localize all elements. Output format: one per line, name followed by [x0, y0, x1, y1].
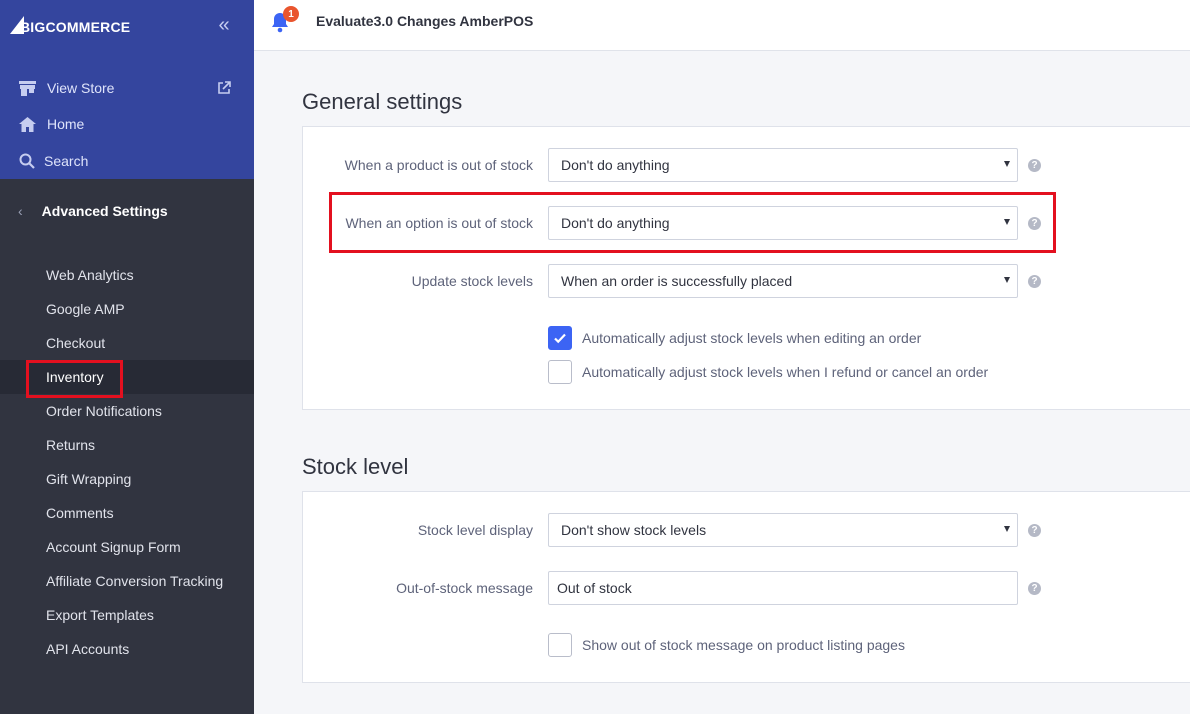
stock-level-title: Stock level — [302, 454, 409, 479]
sidebar-item-label: View Store — [47, 80, 115, 96]
help-icon[interactable]: ? — [1028, 275, 1041, 288]
sidebar-item-label: Home — [47, 116, 85, 132]
inventory-highlight-box — [26, 360, 123, 398]
caret-down-icon — [1004, 277, 1010, 283]
adjust-refund-checkbox[interactable] — [548, 360, 572, 384]
adjust-refund-label: Automatically adjust stock levels when I… — [582, 364, 989, 380]
store-icon — [18, 79, 36, 97]
logo-big: BIG — [20, 19, 46, 35]
store-name: Evaluate3.0 Changes AmberPOS — [316, 13, 534, 29]
stock-display-select[interactable]: Don't show stock levels — [548, 513, 1018, 547]
checkmark-icon — [554, 333, 566, 344]
section-title: Advanced Settings — [41, 203, 168, 219]
sidebar-item-google-amp[interactable]: Google AMP — [0, 292, 254, 326]
help-icon[interactable]: ? — [1028, 159, 1041, 172]
logo-rest: COMMERCE — [45, 19, 131, 35]
notification-badge: 1 — [283, 6, 299, 22]
sidebar-item-gift-wrapping[interactable]: Gift Wrapping — [0, 462, 254, 496]
oos-message-input[interactable]: Out of stock — [548, 571, 1018, 605]
sidebar-item-search[interactable]: Search — [18, 150, 88, 172]
search-icon — [18, 152, 36, 170]
sidebar-item-view-store[interactable]: View Store — [18, 77, 114, 99]
product-oos-label: When a product is out of stock — [344, 157, 533, 173]
home-icon — [18, 115, 36, 133]
top-header: 1 Evaluate3.0 Changes AmberPOS — [254, 0, 1190, 51]
select-value: When an order is successfully placed — [561, 273, 793, 289]
sidebar-item-export-templates[interactable]: Export Templates — [0, 598, 254, 632]
adjust-editing-label: Automatically adjust stock levels when e… — [582, 330, 922, 346]
show-on-listing-label: Show out of stock message on product lis… — [582, 637, 905, 653]
caret-down-icon — [1004, 161, 1010, 167]
sidebar-item-comments[interactable]: Comments — [0, 496, 254, 530]
sidebar-item-returns[interactable]: Returns — [0, 428, 254, 462]
show-on-listing-checkbox[interactable] — [548, 633, 572, 657]
sidebar-item-account-signup-form[interactable]: Account Signup Form — [0, 530, 254, 564]
oos-message-label: Out-of-stock message — [396, 580, 533, 596]
sidebar-item-home[interactable]: Home — [18, 113, 84, 135]
product-oos-select[interactable]: Don't do anything — [548, 148, 1018, 182]
update-stock-select[interactable]: When an order is successfully placed — [548, 264, 1018, 298]
advanced-settings-header[interactable]: ‹ Advanced Settings — [18, 200, 168, 222]
update-stock-label: Update stock levels — [411, 273, 533, 289]
caret-down-icon — [1004, 526, 1010, 532]
input-value: Out of stock — [557, 580, 632, 596]
help-icon[interactable]: ? — [1028, 524, 1041, 537]
sidebar-item-web-analytics[interactable]: Web Analytics — [0, 258, 254, 292]
sidebar-item-label: Search — [44, 153, 89, 169]
sidebar-item-order-notifications[interactable]: Order Notifications — [0, 394, 254, 428]
sidebar-item-api-accounts[interactable]: API Accounts — [0, 632, 254, 666]
external-link-icon[interactable] — [217, 81, 231, 95]
collapse-sidebar-icon[interactable]: « — [214, 14, 234, 36]
sidebar-top: BIG COMMERCE « View Store Home Search — [0, 0, 254, 179]
select-value: Don't do anything — [561, 157, 670, 173]
select-value: Don't show stock levels — [561, 522, 707, 538]
option-oos-highlight-box — [329, 192, 1056, 253]
adjust-editing-checkbox[interactable] — [548, 326, 572, 350]
stock-display-label: Stock level display — [417, 522, 533, 538]
sidebar-item-affiliate-conversion-tracking[interactable]: Affiliate Conversion Tracking — [0, 564, 254, 598]
back-chevron-icon[interactable]: ‹ — [18, 203, 23, 219]
help-icon[interactable]: ? — [1028, 582, 1041, 595]
sidebar: BIGCOMMERCE « View Store Home Search ‹ — [0, 0, 254, 714]
bigcommerce-logo[interactable]: BIG COMMERCE — [10, 15, 130, 39]
sidebar-item-checkout[interactable]: Checkout — [0, 326, 254, 360]
general-settings-title: General settings — [302, 89, 463, 114]
